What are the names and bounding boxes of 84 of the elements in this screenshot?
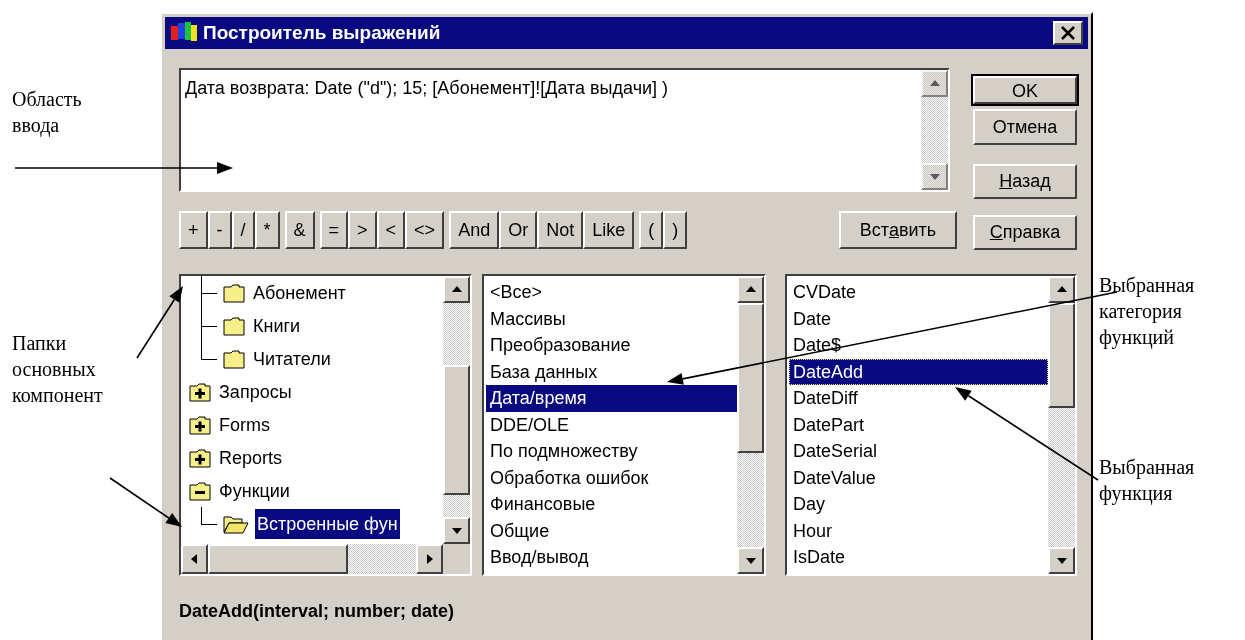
scrollbar[interactable] [737,276,764,574]
list-item[interactable]: CVDate [789,279,1048,306]
expression-text: Дата возврата: Date ("d"); 15; [Абонемент]![Дата выдачи] ) [185,78,669,98]
tree-item[interactable]: Функции [217,475,292,506]
list-item[interactable]: <Все> [486,279,737,306]
operator-button[interactable]: - [207,211,232,249]
operator-button[interactable]: < [376,211,406,249]
annotation-text: Папки основных компонент [12,331,104,408]
operator-button[interactable]: Or [499,211,538,249]
list-item[interactable]: DateValue [789,464,1048,491]
status-text: DateAdd(interval; number; date) [179,601,455,621]
operator-button[interactable]: Like [583,211,635,249]
list-item[interactable]: Преобразование [486,332,737,359]
list-item[interactable]: Общие [486,517,737,544]
close-icon [1060,26,1076,40]
scroll-button[interactable] [1048,276,1075,303]
list-item[interactable]: Day [789,491,1048,518]
operator-button[interactable]: & [284,211,315,249]
operator-button[interactable]: <> [405,211,445,249]
scroll-button[interactable] [443,517,470,544]
expand-folder-icon[interactable] [189,414,211,435]
dialog-button[interactable]: OK [973,76,1077,104]
folder-icon [223,282,245,303]
scroll-thumb[interactable] [737,303,764,453]
list-item[interactable]: База данных [486,358,737,385]
tree-item[interactable]: Reports [217,442,285,473]
list-item[interactable]: Дата/время [486,385,737,412]
expand-folder-icon[interactable] [189,447,211,468]
scroll-button[interactable] [737,276,764,303]
scroll-thumb[interactable] [1048,303,1075,408]
annotation-text: Выбранная категория функций [1099,273,1196,350]
scroll-button[interactable] [443,276,470,303]
list-item[interactable]: IsDate [789,544,1048,571]
list-item[interactable]: DDE/OLE [486,411,737,438]
list-item[interactable]: DatePart [789,411,1048,438]
list-item[interactable]: Обработка ошибок [486,464,737,491]
scrollbar-corner [443,544,470,574]
close-button[interactable] [1053,21,1083,45]
tree-item[interactable]: Forms [217,409,272,440]
open-folder-icon [223,513,249,534]
dialog-button[interactable]: Назад [973,164,1077,199]
folder-icon [223,348,245,369]
list-item[interactable]: Date [789,305,1048,332]
operator-button[interactable]: ) [663,211,688,249]
annotation-text: Область ввода [12,87,83,138]
operator-button[interactable]: > [348,211,377,249]
list-item[interactable]: DateDiff [789,385,1048,412]
operator-button[interactable]: + [179,211,208,249]
operator-button[interactable]: Not [537,211,584,249]
scroll-button[interactable] [181,544,208,574]
list-item[interactable]: Массивы [486,305,737,332]
operator-button[interactable]: ( [639,211,664,249]
tree-item[interactable]: Встроенные фун [255,508,400,539]
scroll-thumb[interactable] [443,365,470,495]
list-item[interactable]: DateSerial [789,438,1048,465]
folder-icon [223,315,245,336]
scroll-thumb[interactable] [208,544,348,574]
operator-button[interactable]: And [449,211,500,249]
list-item[interactable]: По подмножеству [486,438,737,465]
list-item[interactable]: DateAdd [789,358,1048,385]
list-item[interactable]: Hour [789,517,1048,544]
tree-item[interactable]: Книги [251,310,303,341]
list-item[interactable]: Финансовые [486,491,737,518]
window-title: Построитель выражений [203,20,441,45]
dialog-button[interactable]: Справка [973,215,1077,250]
scrollbar[interactable] [181,544,470,574]
list-item[interactable]: Date$ [789,332,1048,359]
tree-item[interactable]: Абонемент [251,277,348,308]
scroll-button[interactable] [737,547,764,574]
dialog-button[interactable]: Отмена [973,109,1077,145]
list-item[interactable]: Ввод/вывод [486,544,737,571]
scrollbar[interactable] [443,276,470,544]
scroll-button[interactable] [416,544,443,574]
scroll-button[interactable] [1048,547,1075,574]
expand-folder-icon[interactable] [189,381,211,402]
operator-button[interactable]: * [254,211,280,249]
annotation-text: Выбранная функция [1099,455,1196,506]
operator-button[interactable]: = [319,211,349,249]
operator-button[interactable]: / [231,211,255,249]
collapse-folder-icon[interactable] [189,480,211,501]
insert-button[interactable]: Вставить [839,211,957,249]
scrollbar[interactable] [1048,276,1075,574]
tree-item[interactable]: Читатели [251,343,333,374]
tree-item[interactable]: Запросы [217,376,294,407]
